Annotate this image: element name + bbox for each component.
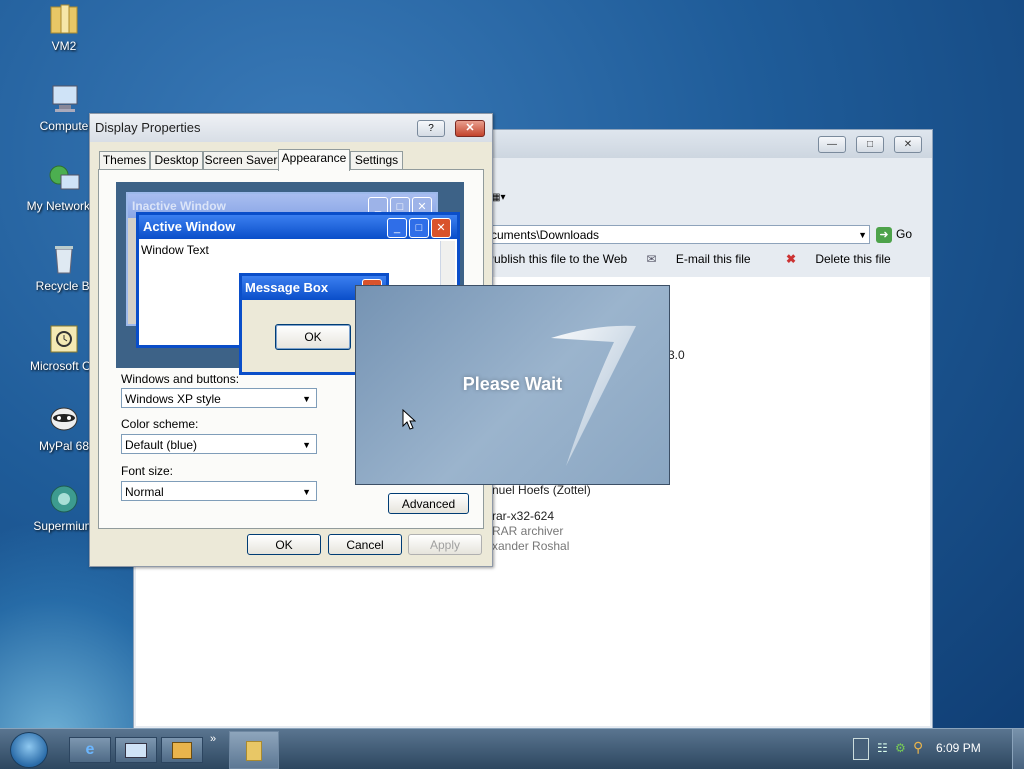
delete-task-link[interactable]: ✖ Delete this file	[786, 252, 907, 266]
preview-close-icon: ✕	[431, 218, 451, 238]
tab-screen-saver[interactable]: Screen Saver	[203, 151, 279, 169]
quicklaunch-ie-icon[interactable]: e	[69, 737, 111, 763]
file-tasks: Publish this file to the Web ✉ E-mail th…	[486, 252, 923, 266]
tray-network-icon[interactable]: ☷	[877, 741, 888, 755]
close-button[interactable]: ✕	[894, 136, 922, 153]
folder-icon	[47, 3, 81, 35]
color-scheme-label: Color scheme:	[121, 417, 199, 431]
email-task-link[interactable]: ✉ E-mail this file	[647, 252, 767, 266]
maximize-button[interactable]: □	[856, 136, 884, 153]
taskbar-explorer-task[interactable]	[229, 731, 279, 769]
tray-security-icon[interactable]: ⚙	[895, 741, 906, 755]
close-icon: ✕	[465, 122, 475, 134]
quicklaunch-more-icon[interactable]: »	[210, 733, 216, 745]
taskbar-clock[interactable]: 6:09 PM	[936, 741, 981, 755]
email-icon: ✉	[646, 252, 660, 266]
please-wait-text: Please Wait	[462, 374, 563, 394]
version-text: 3.0	[668, 348, 685, 362]
go-button[interactable]: ➜ Go	[876, 225, 926, 244]
email-task-label: E-mail this file	[675, 252, 751, 266]
address-text: cuments\Downloads	[491, 228, 600, 242]
preview-ok-button: OK	[275, 324, 351, 350]
go-arrow-icon: ➜	[876, 226, 892, 243]
tab-settings[interactable]: Settings	[350, 151, 403, 169]
delete-task-label: Delete this file	[815, 252, 891, 266]
font-size-label: Font size:	[121, 464, 174, 478]
tab-themes[interactable]: Themes	[99, 151, 150, 169]
publish-task-link[interactable]: Publish this file to the Web	[486, 252, 627, 266]
author-text: xander Roshal	[492, 539, 570, 553]
windows-buttons-label: Windows and buttons:	[121, 372, 240, 386]
preview-window-text: Window Text	[141, 243, 209, 257]
font-size-select[interactable]: Normal ▼	[121, 481, 317, 501]
chevron-down-icon[interactable]: ▼	[858, 226, 867, 245]
quicklaunch-media-icon[interactable]	[161, 737, 203, 763]
dialog-close-button[interactable]: ✕	[455, 120, 485, 137]
chevron-down-icon: ▼	[302, 440, 311, 450]
minimize-button[interactable]: —	[818, 136, 846, 153]
mouse-cursor-icon	[402, 409, 416, 430]
preview-maximize-icon: □	[409, 218, 429, 238]
go-label: Go	[896, 227, 913, 241]
mypal-icon	[47, 403, 81, 435]
delete-icon: ✖	[785, 252, 800, 266]
show-desktop-button[interactable]	[1012, 729, 1024, 769]
tab-appearance[interactable]: Appearance	[278, 149, 350, 171]
chevron-down-icon: ▼	[302, 487, 311, 497]
desktop-icon-vm2[interactable]: VM2	[14, 3, 114, 53]
chevron-down-icon: ▼	[302, 394, 311, 404]
windows-buttons-select[interactable]: Windows XP style ▼	[121, 388, 317, 408]
advanced-button[interactable]: Advanced	[388, 493, 469, 514]
tray-expand-icon[interactable]	[853, 738, 869, 760]
tab-desktop[interactable]: Desktop	[150, 151, 203, 169]
cancel-button[interactable]: Cancel	[328, 534, 402, 555]
help-button[interactable]: ?	[417, 120, 445, 137]
ok-button[interactable]: OK	[247, 534, 321, 555]
address-bar[interactable]: cuments\Downloads ▼	[486, 225, 870, 244]
font-size-value: Normal	[125, 485, 164, 499]
color-scheme-select[interactable]: Default (blue) ▼	[121, 434, 317, 454]
color-scheme-value: Default (blue)	[125, 438, 198, 452]
recycle-bin-icon	[47, 243, 81, 275]
windows-buttons-value: Windows XP style	[125, 392, 221, 406]
tray-search-icon[interactable]: ⚲	[913, 739, 923, 756]
network-icon	[47, 163, 81, 195]
preview-minimize-icon: _	[387, 218, 407, 238]
views-dropdown-icon[interactable]: ▦▾	[491, 192, 505, 203]
file-name-text: rar-x32-624	[492, 509, 555, 523]
taskbar: e » ☷ ⚙ ⚲ 6:09 PM	[0, 728, 1024, 769]
system-tray: ☷ ⚙ ⚲	[853, 737, 933, 761]
please-wait-splash: Please Wait	[355, 285, 670, 485]
supermium-icon	[47, 483, 81, 515]
company-text: nuel Hoefs (Zottel)	[492, 483, 591, 497]
outlook-icon	[47, 323, 81, 355]
description-text: RAR archiver	[492, 524, 564, 538]
apply-button[interactable]: Apply	[408, 534, 482, 555]
desktop-icon-label: VM2	[51, 39, 77, 53]
start-button[interactable]	[10, 732, 48, 768]
quicklaunch-desktop-icon[interactable]	[115, 737, 157, 763]
computer-icon	[47, 83, 81, 115]
